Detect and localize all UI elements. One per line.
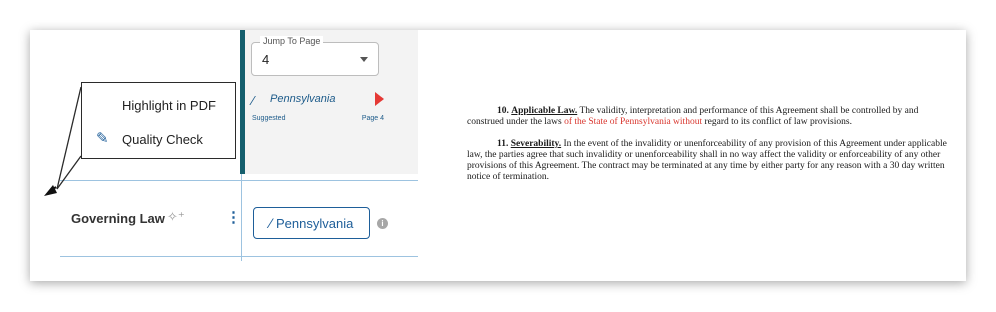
more-options-icon[interactable]: ⋮ bbox=[226, 208, 241, 226]
paragraph-text: regard to its conflict of law provisions… bbox=[702, 117, 852, 127]
jump-to-page-select[interactable]: Jump To Page 4 bbox=[251, 36, 379, 76]
pdf-document-view: 10. Applicable Law. The validity, interp… bbox=[467, 106, 957, 194]
pencil-icon: ✎ bbox=[96, 130, 109, 147]
active-field-indicator bbox=[240, 30, 245, 174]
field-value: Pennsylvania bbox=[276, 215, 354, 231]
menu-item-label: Highlight in PDF bbox=[122, 97, 216, 113]
jump-to-page-value: 4 bbox=[262, 52, 270, 67]
go-to-suggestion-icon[interactable] bbox=[375, 92, 384, 106]
menu-item-highlight-in-pdf[interactable]: PDF Highlight in PDF bbox=[96, 95, 216, 115]
suggestion-status: Suggested bbox=[252, 115, 286, 122]
menu-item-label: Quality Check bbox=[122, 131, 203, 147]
menu-item-quality-check[interactable]: ✎ Quality Check bbox=[96, 129, 203, 149]
magic-wand-icon: ⁄ bbox=[252, 93, 255, 108]
context-menu: PDF Highlight in PDF ✎ Quality Check bbox=[81, 82, 236, 159]
row-divider-bottom bbox=[60, 256, 418, 257]
chevron-down-icon bbox=[360, 57, 368, 62]
field-label-governing-law: Governing Law bbox=[71, 211, 165, 226]
info-icon[interactable]: i bbox=[377, 218, 388, 229]
magic-wand-icon: ⁄ bbox=[269, 215, 272, 231]
pdf-icon: PDF bbox=[97, 103, 107, 109]
paragraph-applicable-law: 10. Applicable Law. The validity, interp… bbox=[467, 106, 957, 128]
suggestion-item[interactable]: ⁄ Pennsylvania Suggested Page 4 bbox=[252, 92, 384, 126]
screenshot-card: Jump To Page 4 ⁄ Pennsylvania Suggested … bbox=[30, 30, 966, 281]
sparkle-icon: ✧⁺ bbox=[167, 209, 185, 224]
jump-to-page-legend: Jump To Page bbox=[260, 36, 324, 46]
column-divider bbox=[241, 174, 242, 261]
suggestion-page: Page 4 bbox=[361, 115, 384, 122]
highlighted-text: of the State of Pennsylvania without bbox=[564, 117, 703, 127]
section-heading: Severability. bbox=[510, 139, 562, 149]
section-heading: Applicable Law. bbox=[511, 106, 578, 116]
row-divider-top bbox=[60, 180, 418, 181]
paragraph-severability: 11. Severability. In the event of the in… bbox=[467, 139, 957, 183]
section-number: 10. bbox=[497, 106, 509, 116]
suggestion-value: Pennsylvania bbox=[270, 93, 336, 105]
field-value-button[interactable]: ⁄ Pennsylvania bbox=[253, 207, 370, 239]
section-number: 11. bbox=[497, 139, 509, 149]
